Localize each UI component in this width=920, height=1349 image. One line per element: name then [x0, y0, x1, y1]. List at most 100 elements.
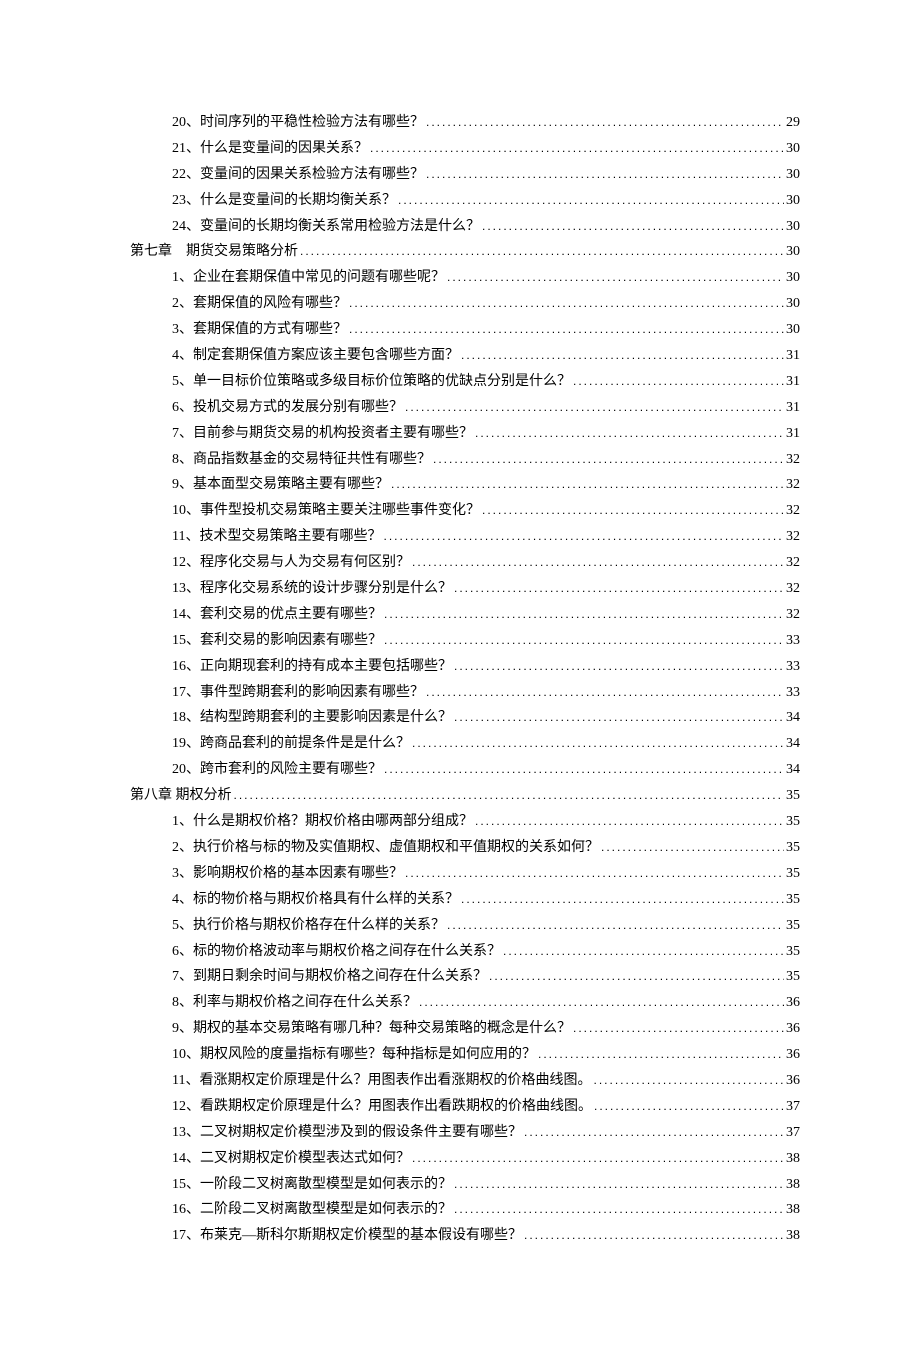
toc-entry: 14、二叉树期权定价模型表达式如何？38 [130, 1146, 800, 1172]
toc-entry-page: 35 [786, 887, 800, 913]
toc-entry-label: 7、到期日剩余时间与期权价格之间存在什么关系？ [172, 964, 487, 990]
toc-entry-page: 36 [786, 990, 800, 1016]
toc-entry-page: 32 [786, 524, 800, 550]
toc-entry-page: 30 [786, 291, 800, 317]
toc-leader-dots [234, 783, 785, 809]
toc-entry: 9、期权的基本交易策略有哪几种？每种交易策略的概念是什么？36 [130, 1016, 800, 1042]
toc-entry-label: 2、套期保值的风险有哪些？ [172, 291, 347, 317]
toc-leader-dots [594, 1094, 784, 1120]
toc-entry-page: 34 [786, 705, 800, 731]
toc-entry-page: 30 [786, 188, 800, 214]
toc-entry-label: 11、技术型交易策略主要有哪些？ [172, 524, 381, 550]
toc-entry-page: 38 [786, 1197, 800, 1223]
toc-leader-dots [489, 964, 784, 990]
toc-entry: 2、执行价格与标的物及实值期权、虚值期权和平值期权的关系如何？ 35 [130, 835, 800, 861]
toc-entry: 11、看涨期权定价原理是什么？用图表作出看涨期权的价格曲线图。36 [130, 1068, 800, 1094]
toc-entry-page: 30 [786, 136, 800, 162]
toc-entry-label: 22、变量间的因果关系检验方法有哪些？ [172, 162, 424, 188]
toc-leader-dots [405, 395, 784, 421]
toc-entry-label: 第七章 期货交易策略分析 [130, 239, 298, 265]
toc-entry-page: 31 [786, 421, 800, 447]
toc-entry-page: 35 [786, 835, 800, 861]
toc-entry-page: 37 [786, 1094, 800, 1120]
toc-entry-label: 5、执行价格与期权价格存在什么样的关系？ [172, 913, 445, 939]
toc-entry-label: 3、影响期权价格的基本因素有哪些？ [172, 861, 403, 887]
toc-leader-dots [384, 602, 784, 628]
toc-leader-dots [447, 913, 784, 939]
toc-entry-page: 30 [786, 214, 800, 240]
toc-entry-label: 4、制定套期保值方案应该主要包含哪些方面？ [172, 343, 459, 369]
toc-entry-page: 31 [786, 369, 800, 395]
toc-entry: 第七章 期货交易策略分析 30 [130, 239, 800, 265]
toc-entry-page: 32 [786, 472, 800, 498]
toc-entry: 4、标的物价格与期权价格具有什么样的关系？ 35 [130, 887, 800, 913]
toc-leader-dots [419, 990, 784, 1016]
toc-entry: 22、变量间的因果关系检验方法有哪些？30 [130, 162, 800, 188]
toc-entry: 23、什么是变量间的长期均衡关系？30 [130, 188, 800, 214]
toc-entry-label: 15、套利交易的影响因素有哪些？ [172, 628, 382, 654]
toc-entry: 19、跨商品套利的前提条件是是什么？34 [130, 731, 800, 757]
toc-entry-page: 34 [786, 757, 800, 783]
toc-entry-page: 38 [786, 1146, 800, 1172]
toc-entry-page: 30 [786, 239, 800, 265]
toc-entry-label: 11、看涨期权定价原理是什么？用图表作出看涨期权的价格曲线图。 [172, 1068, 591, 1094]
toc-entry-label: 第八章 期权分析 [130, 783, 232, 809]
toc-entry-page: 35 [786, 964, 800, 990]
toc-entry: 1、什么是期权价格？期权价格由哪两部分组成？35 [130, 809, 800, 835]
toc-entry-page: 32 [786, 498, 800, 524]
toc-entry-label: 12、看跌期权定价原理是什么？用图表作出看跌期权的价格曲线图。 [172, 1094, 592, 1120]
toc-entry-page: 33 [786, 680, 800, 706]
toc-leader-dots [426, 680, 784, 706]
toc-leader-dots [391, 472, 784, 498]
toc-entry-page: 31 [786, 395, 800, 421]
toc-entry-page: 35 [786, 809, 800, 835]
toc-leader-dots [573, 1016, 784, 1042]
toc-entry-page: 36 [786, 1016, 800, 1042]
toc-entry-label: 17、事件型跨期套利的影响因素有哪些？ [172, 680, 424, 706]
document-page: 20、时间序列的平稳性检验方法有哪些？2921、什么是变量间的因果关系？3022… [0, 0, 920, 1349]
toc-entry: 10、期权风险的度量指标有哪些？每种指标是如何应用的？36 [130, 1042, 800, 1068]
toc-leader-dots [412, 731, 784, 757]
toc-entry-page: 35 [786, 861, 800, 887]
toc-leader-dots [426, 162, 784, 188]
toc-entry-page: 35 [786, 783, 800, 809]
toc-entry-page: 32 [786, 602, 800, 628]
toc-entry-page: 32 [786, 550, 800, 576]
toc-leader-dots [384, 628, 784, 654]
toc-leader-dots [412, 1146, 784, 1172]
toc-entry-page: 35 [786, 913, 800, 939]
toc-leader-dots [454, 576, 784, 602]
toc-entry: 11、技术型交易策略主要有哪些？ 32 [130, 524, 800, 550]
toc-entry-label: 5、单一目标价位策略或多级目标价位策略的优缺点分别是什么？ [172, 369, 571, 395]
toc-entry-label: 2、执行价格与标的物及实值期权、虚值期权和平值期权的关系如何？ [172, 835, 599, 861]
toc-entry-label: 8、商品指数基金的交易特征共性有哪些？ [172, 447, 431, 473]
toc-leader-dots [524, 1120, 784, 1146]
toc-entry: 7、到期日剩余时间与期权价格之间存在什么关系？ 35 [130, 964, 800, 990]
toc-entry-page: 34 [786, 731, 800, 757]
toc-leader-dots [384, 757, 784, 783]
toc-leader-dots [433, 447, 784, 473]
toc-entry: 21、什么是变量间的因果关系？ 30 [130, 136, 800, 162]
toc-leader-dots [447, 265, 784, 291]
toc-entry-label: 8、利率与期权价格之间存在什么关系？ [172, 990, 417, 1016]
toc-entry: 16、正向期现套利的持有成本主要包括哪些？33 [130, 654, 800, 680]
toc-entry: 20、时间序列的平稳性检验方法有哪些？29 [130, 110, 800, 136]
toc-entry-label: 12、程序化交易与人为交易有何区别？ [172, 550, 410, 576]
toc-leader-dots [405, 861, 784, 887]
toc-leader-dots [593, 1068, 784, 1094]
toc-entry: 15、套利交易的影响因素有哪些？33 [130, 628, 800, 654]
toc-entry-label: 10、事件型投机交易策略主要关注哪些事件变化？ [172, 498, 480, 524]
toc-entry: 3、套期保值的方式有哪些？30 [130, 317, 800, 343]
toc-entry-page: 37 [786, 1120, 800, 1146]
toc-entry-page: 38 [786, 1172, 800, 1198]
toc-leader-dots [398, 188, 784, 214]
toc-entry-label: 4、标的物价格与期权价格具有什么样的关系？ [172, 887, 459, 913]
toc-entry-label: 20、跨市套利的风险主要有哪些？ [172, 757, 382, 783]
toc-leader-dots [461, 887, 784, 913]
toc-entry-page: 33 [786, 654, 800, 680]
toc-entry-page: 30 [786, 317, 800, 343]
toc-entry: 24、变量间的长期均衡关系常用检验方法是什么？30 [130, 214, 800, 240]
toc-entry-label: 21、什么是变量间的因果关系？ [172, 136, 368, 162]
toc-entry: 第八章 期权分析 35 [130, 783, 800, 809]
toc-entry: 4、制定套期保值方案应该主要包含哪些方面？31 [130, 343, 800, 369]
